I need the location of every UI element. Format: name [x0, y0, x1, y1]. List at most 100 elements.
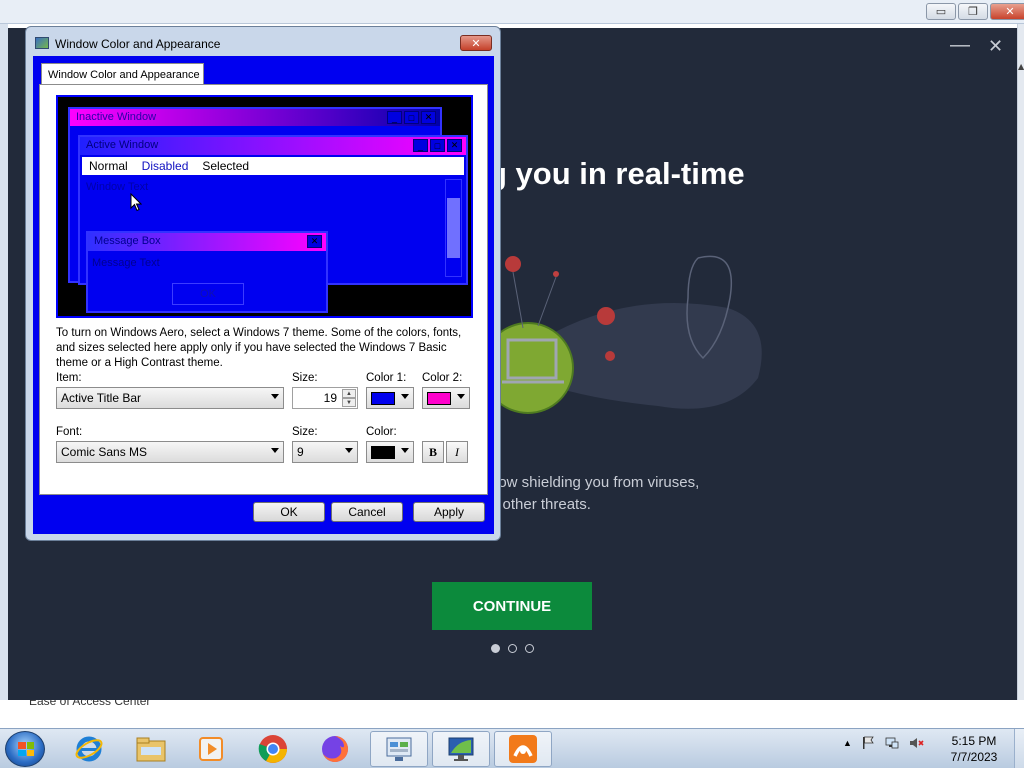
apply-button[interactable]: Apply: [413, 502, 485, 522]
cancel-button[interactable]: Cancel: [331, 502, 403, 522]
avast-description: now shielding you from viruses, d other …: [490, 472, 699, 516]
spin-down-icon[interactable]: ▼: [342, 398, 356, 407]
avast-close-button[interactable]: ✕: [988, 36, 1003, 57]
preview-scrollbar: [445, 179, 462, 277]
font-select[interactable]: Comic Sans MS: [56, 441, 284, 463]
chrome-icon: [258, 735, 287, 763]
preview-maximize-icon: □: [430, 139, 445, 152]
network-icon[interactable]: [884, 735, 900, 751]
bold-button[interactable]: B: [422, 441, 444, 463]
pagination-dot-1[interactable]: [491, 644, 500, 653]
item-label: Item:: [56, 372, 82, 384]
color1-picker[interactable]: [366, 387, 414, 409]
color1-label: Color 1:: [366, 372, 407, 384]
continue-button[interactable]: CONTINUE: [432, 582, 592, 630]
display-settings-icon: [448, 737, 474, 761]
mouse-cursor-icon: [130, 193, 142, 212]
dialog-body: Window Color and Appearance Inactive Win…: [33, 56, 494, 534]
background-minimize-button[interactable]: ▭: [926, 3, 956, 20]
taskbar-chrome[interactable]: [244, 731, 302, 767]
appearance-preview[interactable]: Inactive Window _ □ ✕ Active Window _ □: [56, 95, 473, 318]
preview-close-icon: ✕: [421, 111, 436, 124]
pagination-dot-3[interactable]: [525, 644, 534, 653]
taskbar-avast[interactable]: [494, 731, 552, 767]
window-color-dialog: Window Color and Appearance ✕ Window Col…: [25, 26, 501, 541]
preview-close-icon: ✕: [447, 139, 462, 152]
font-size-value: 9: [297, 445, 304, 459]
font-select-value: Comic Sans MS: [61, 445, 148, 459]
system-tray: ▲: [843, 735, 924, 751]
dialog-app-icon: [35, 37, 49, 49]
taskbar-media-player[interactable]: [182, 731, 240, 767]
taskbar-firefox[interactable]: [306, 731, 364, 767]
ok-button[interactable]: OK: [253, 502, 325, 522]
taskbar-internet-explorer[interactable]: [60, 731, 118, 767]
virus-shield-illustration: [498, 255, 762, 414]
color2-label: Color 2:: [422, 372, 463, 384]
preview-ok-button: OK: [172, 283, 244, 305]
avast-icon: [509, 735, 537, 763]
font-size-select[interactable]: 9: [292, 441, 358, 463]
folder-icon: [136, 737, 166, 762]
show-desktop-button[interactable]: [1014, 729, 1024, 768]
item-select-value: Active Title Bar: [61, 391, 142, 405]
color1-swatch: [371, 392, 395, 405]
item-size-stepper[interactable]: 19 ▲ ▼: [292, 387, 358, 409]
preview-message-box: Message Box ✕ Message Text OK: [86, 231, 328, 313]
internet-explorer-icon: [75, 736, 103, 762]
preview-menu-disabled: Disabled: [141, 159, 189, 173]
taskbar-windows-explorer[interactable]: [122, 731, 180, 767]
show-hidden-icons-icon[interactable]: ▲: [843, 738, 852, 748]
chevron-down-icon: [457, 394, 465, 399]
taskbar-display-settings[interactable]: [432, 731, 490, 767]
dialog-close-button[interactable]: ✕: [460, 35, 492, 51]
taskbar-control-panel[interactable]: [370, 731, 428, 767]
background-maximize-button[interactable]: ❐: [958, 3, 988, 20]
spin-up-icon[interactable]: ▲: [342, 389, 356, 398]
start-button[interactable]: [5, 731, 45, 767]
control-panel-icon: [386, 737, 412, 761]
avast-minimize-button[interactable]: —: [950, 34, 970, 57]
chevron-down-icon: [401, 448, 409, 453]
chevron-down-icon: [271, 448, 279, 453]
pagination-dots: [491, 644, 534, 653]
tab-window-color[interactable]: Window Color and Appearance: [41, 63, 204, 85]
chevron-down-icon: [345, 448, 353, 453]
preview-inactive-titlebar: Inactive Window _ □ ✕: [70, 109, 440, 126]
chevron-down-icon: [401, 394, 409, 399]
aero-description: To turn on Windows Aero, select a Window…: [56, 327, 462, 369]
background-close-button[interactable]: ✕: [990, 3, 1024, 20]
item-select[interactable]: Active Title Bar: [56, 387, 284, 409]
background-scrollbar[interactable]: [1017, 24, 1024, 704]
preview-close-icon: ✕: [307, 235, 322, 248]
preview-active-titlebar: Active Window _ □ ✕: [80, 137, 466, 155]
volume-muted-icon[interactable]: [908, 735, 924, 751]
preview-message-text: Message Text: [92, 257, 160, 269]
font-color-swatch: [371, 446, 395, 459]
preview-menu-normal: Normal: [89, 159, 128, 173]
item-size-value: 19: [323, 391, 337, 405]
italic-button[interactable]: I: [446, 441, 468, 463]
preview-inactive-title: Inactive Window: [76, 111, 157, 123]
clock-time: 5:15 PM: [951, 734, 997, 748]
preview-active-title: Active Window: [86, 139, 159, 151]
preview-minimize-icon: _: [387, 111, 402, 124]
pagination-dot-2[interactable]: [508, 644, 517, 653]
font-size-label: Size:: [292, 426, 318, 438]
preview-minimize-icon: _: [413, 139, 428, 152]
system-clock[interactable]: 5:15 PM 7/7/2023: [942, 733, 1006, 765]
clock-date: 7/7/2023: [950, 750, 998, 764]
background-window-content: [0, 700, 1024, 728]
media-player-icon: [199, 737, 223, 761]
windows-logo-icon: [18, 742, 34, 756]
taskbar: ▲ 5:15 PM 7/7/2023: [0, 728, 1024, 768]
action-center-flag-icon[interactable]: [860, 735, 876, 751]
scroll-up-arrow-icon[interactable]: ▲: [1018, 62, 1024, 71]
font-color-picker[interactable]: [366, 441, 414, 463]
preview-message-title: Message Box: [94, 235, 161, 247]
tab-panel: Inactive Window _ □ ✕ Active Window _ □: [39, 84, 488, 495]
avast-heading: g you in real-time: [488, 156, 745, 191]
item-size-label: Size:: [292, 372, 318, 384]
preview-menubar: Normal Disabled Selected: [82, 157, 464, 175]
color2-picker[interactable]: [422, 387, 470, 409]
